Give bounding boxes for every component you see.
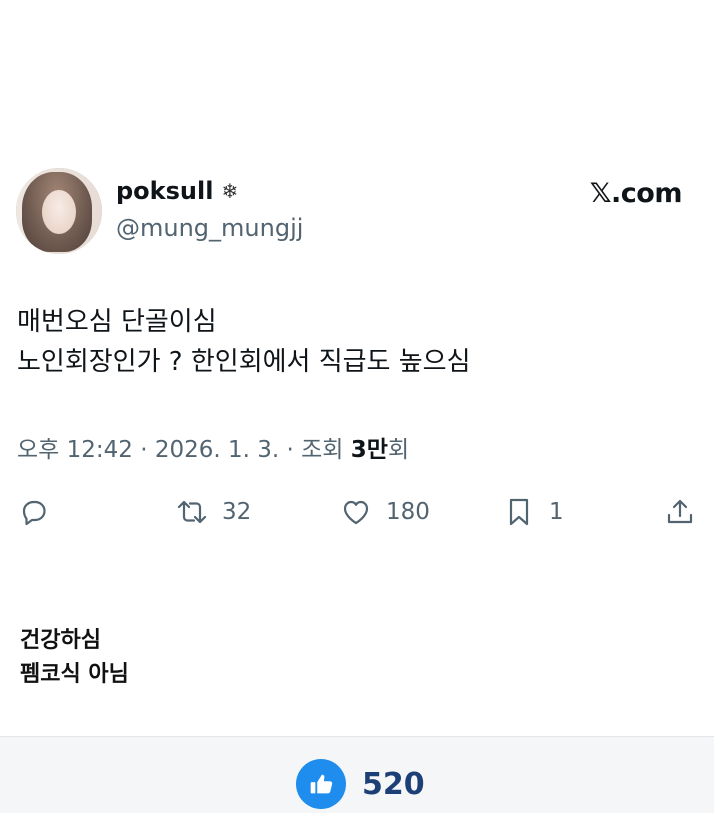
bookmark-button[interactable]: 1 (503, 488, 564, 536)
avatar[interactable] (16, 168, 102, 254)
heart-icon (343, 500, 369, 525)
x-logo-icon: 𝕏.com (589, 178, 683, 209)
avatar-face (42, 190, 76, 234)
tweet-line: 노인회장인가 ? 한인회에서 직급도 높으심 (17, 347, 471, 377)
retweet-button[interactable]: 32 (176, 488, 251, 536)
like-count: 180 (386, 499, 430, 525)
bookmark-icon (509, 498, 529, 526)
retweet-count: 32 (222, 499, 252, 525)
retweet-icon (177, 500, 207, 524)
view-suffix: 회 (387, 437, 410, 463)
caption-line: 건강하심 (20, 628, 101, 653)
flower-badge-icon: ❄ (221, 179, 239, 203)
tweet-text: 매번오심 단골이심 노인회장인가 ? 한인회에서 직급도 높으심 (17, 302, 471, 382)
action-bar: 32 180 1 (0, 488, 714, 536)
tweet-line: 매번오심 단골이심 (17, 307, 217, 337)
display-name[interactable]: poksull ❄ (116, 177, 238, 205)
like-button[interactable]: 180 (340, 488, 430, 536)
tweet-meta: 오후 12:42 · 2026. 1. 3. · 조회 3만회 (17, 430, 409, 464)
view-count: 3만 (350, 437, 388, 463)
bookmark-count: 1 (549, 499, 564, 525)
caption-line: 펨코식 아님 (20, 662, 129, 687)
reply-button[interactable] (18, 488, 50, 536)
thumbs-up-icon (310, 774, 333, 794)
post-caption: 건강하심 펨코식 아님 (20, 624, 129, 692)
share-icon (667, 499, 693, 524)
user-handle[interactable]: @mung_mungjj (116, 214, 303, 242)
recommend-button[interactable] (296, 759, 346, 809)
reply-icon (22, 500, 46, 526)
display-name-text[interactable]: poksull (116, 177, 213, 205)
page: poksull ❄ @mung_mungjj 𝕏.com 매번오심 단골이심 노… (0, 0, 714, 813)
share-button[interactable] (664, 488, 696, 536)
reaction-bar: 520 (0, 736, 714, 813)
timestamp[interactable]: 오후 12:42 · 2026. 1. 3. · 조회 (17, 437, 351, 463)
recommend-count: 520 (362, 767, 425, 802)
